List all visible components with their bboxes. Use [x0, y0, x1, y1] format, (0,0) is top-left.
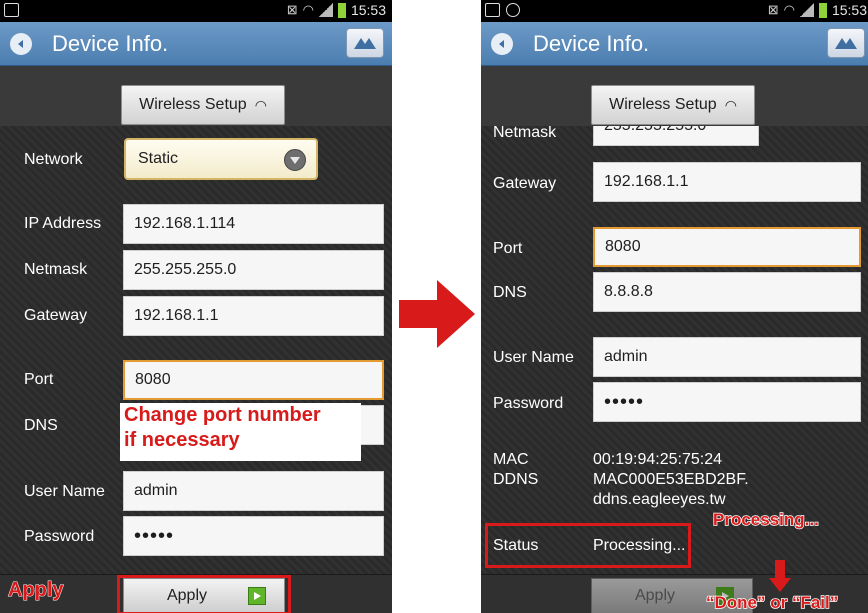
mac-value: 00:19:94:25:75:24: [593, 451, 723, 468]
status-bar: ⊠ ◠ 15:53: [0, 0, 392, 22]
status-highlight-frame: [485, 523, 691, 568]
nfc-icon: ⊠: [286, 2, 298, 17]
network-select-value: Static: [138, 150, 179, 167]
gateway-label: Gateway: [493, 175, 557, 192]
signal-icon: [799, 3, 814, 17]
netmask-field[interactable]: 255.255.255.0: [123, 250, 384, 290]
phone-screen-before: ⊠ ◠ 15:53 Device Info. Wireless Setup ◠ …: [0, 0, 392, 613]
battery-icon: [337, 2, 346, 18]
username-label: User Name: [493, 349, 574, 366]
wireless-setup-label: Wireless Setup: [609, 96, 717, 113]
ddns-label: DDNS: [493, 471, 539, 488]
port-label: Port: [493, 240, 523, 257]
settings-form: Network Static IP Address 192.168.1.114 …: [0, 126, 392, 574]
callout-line-2: if necessary: [124, 429, 240, 451]
chevron-down-icon: [284, 149, 306, 171]
page-title: Device Info.: [52, 31, 169, 56]
change-port-callout: Change port number if necessary: [120, 403, 361, 461]
wireless-setup-button[interactable]: Wireless Setup ◠: [591, 85, 755, 125]
username-field[interactable]: admin: [593, 337, 861, 377]
wireless-setup-label: Wireless Setup: [139, 96, 247, 113]
password-field[interactable]: •••••: [593, 382, 861, 422]
status-bar: ⊠ ◠ 15:53: [481, 0, 868, 22]
back-icon[interactable]: [491, 33, 513, 55]
back-icon[interactable]: [10, 33, 32, 55]
arrow-down-icon: [769, 560, 791, 592]
wifi-icon: ◠: [724, 96, 737, 113]
gateway-label: Gateway: [24, 307, 88, 324]
device-list-icon[interactable]: [827, 28, 865, 58]
wifi-icon: ◠: [302, 2, 314, 17]
arrow-right-icon: [399, 280, 475, 348]
ddns-value-line-2: ddns.eagleeyes.tw: [593, 491, 726, 508]
dns-label: DNS: [493, 284, 527, 301]
ddns-value-line-1: MAC000E53EBD2BF.: [593, 471, 749, 488]
device-list-icon[interactable]: [346, 28, 384, 58]
port-field[interactable]: 8080: [593, 227, 861, 267]
dns-label: DNS: [24, 417, 58, 434]
netmask-label: Netmask: [493, 126, 557, 141]
wifi-icon: ◠: [783, 2, 795, 17]
processing-annotation: Processing...: [712, 509, 819, 530]
sub-toolbar: Wireless Setup ◠: [481, 66, 868, 126]
whatsapp-icon: [506, 3, 520, 17]
username-field[interactable]: admin: [123, 471, 384, 511]
sub-toolbar: Wireless Setup ◠: [0, 66, 392, 126]
apply-label: Apply: [634, 587, 676, 604]
gallery-notification-icon: [485, 3, 500, 17]
password-label: Password: [493, 395, 564, 412]
wireless-setup-button[interactable]: Wireless Setup ◠: [121, 85, 285, 125]
nfc-icon: ⊠: [767, 2, 779, 17]
clock: 15:53: [350, 2, 386, 18]
done-or-fail-annotation: “Done” or “Fail”: [705, 592, 839, 613]
password-field[interactable]: •••••: [123, 516, 384, 556]
port-field[interactable]: 8080: [123, 360, 384, 400]
gallery-notification-icon: [4, 3, 19, 17]
apply-highlight-frame: [117, 575, 291, 613]
netmask-field[interactable]: 255.255.255.0: [593, 126, 759, 146]
page-title: Device Info.: [533, 31, 650, 56]
battery-icon: [818, 2, 827, 18]
username-label: User Name: [24, 483, 105, 500]
signal-icon: [318, 3, 333, 17]
gateway-field[interactable]: 192.168.1.1: [593, 162, 861, 202]
title-bar: Device Info.: [0, 22, 392, 66]
wifi-icon: ◠: [254, 96, 267, 113]
bottom-bar: Apply Apply: [0, 574, 392, 613]
callout-line-1: Change port number: [124, 404, 321, 426]
gateway-field[interactable]: 192.168.1.1: [123, 296, 384, 336]
apply-annotation: Apply: [8, 579, 65, 602]
settings-form-scrolled: Netmask 255.255.255.0 Gateway 192.168.1.…: [481, 126, 868, 574]
title-bar: Device Info.: [481, 22, 868, 66]
network-select[interactable]: Static: [124, 138, 318, 180]
port-label: Port: [24, 371, 54, 388]
ip-address-label: IP Address: [24, 215, 102, 232]
dns-field[interactable]: 8.8.8.8: [593, 272, 861, 312]
clock: 15:53: [831, 2, 867, 18]
ip-address-field[interactable]: 192.168.1.114: [123, 204, 384, 244]
mac-label: MAC: [493, 451, 529, 468]
password-label: Password: [24, 528, 95, 545]
netmask-label: Netmask: [24, 261, 88, 278]
network-label: Network: [24, 151, 83, 168]
